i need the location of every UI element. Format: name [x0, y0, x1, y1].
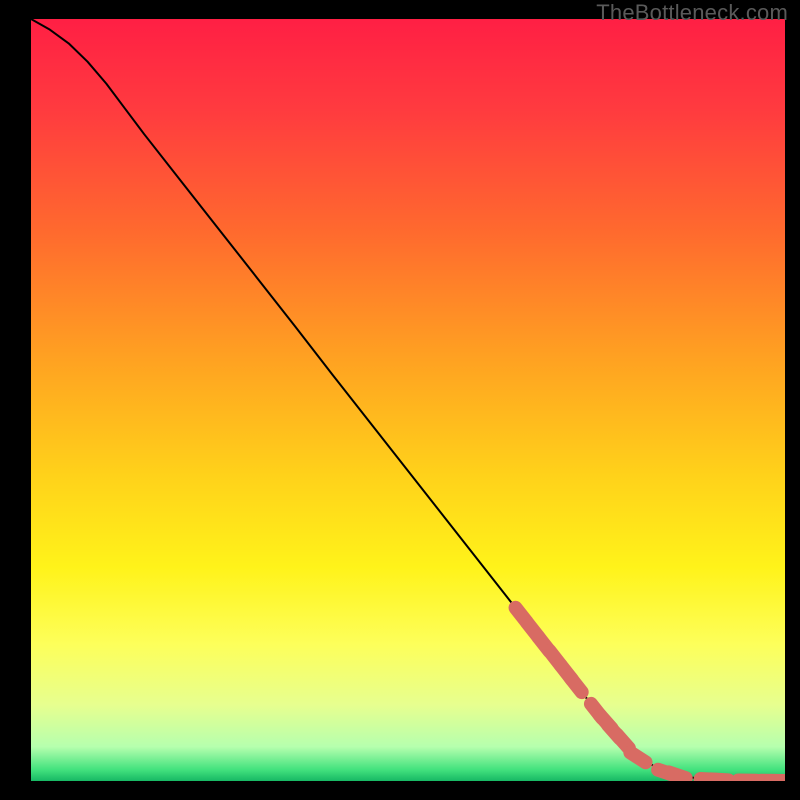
curve-marker — [669, 772, 686, 778]
curve-marker — [571, 678, 582, 692]
watermark-text: TheBottleneck.com — [596, 0, 788, 26]
curve-marker — [617, 735, 629, 748]
curve-marker — [630, 753, 645, 763]
curve-marker — [710, 779, 728, 780]
chart-stage: TheBottleneck.com — [0, 0, 800, 800]
chart-svg — [31, 19, 785, 781]
plot-area — [31, 19, 785, 781]
